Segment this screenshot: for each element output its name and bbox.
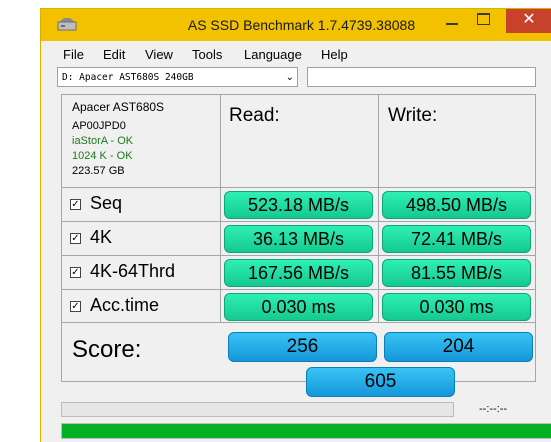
4k-checkbox[interactable]: ✓ <box>70 233 81 244</box>
menu-edit[interactable]: Edit <box>103 47 125 62</box>
test-label-acctime: Acc.time <box>90 295 160 315</box>
acctime-write-value: 0.030 ms <box>382 293 531 321</box>
seq-checkbox[interactable]: ✓ <box>70 199 81 210</box>
4k64-checkbox[interactable]: ✓ <box>70 267 81 278</box>
window-title: AS SSD Benchmark 1.7.4739.38088 <box>187 17 416 33</box>
results-panel: Apacer AST680S AP00JPD0 iaStorA - OK 102… <box>61 94 536 397</box>
4k64-write-value: 81.55 MB/s <box>382 259 531 287</box>
app-window: AS SSD Benchmark 1.7.4739.38088 ✕ File E… <box>40 8 551 442</box>
grid-divider <box>62 187 535 188</box>
drive-model: Apacer AST680S <box>72 100 165 114</box>
overall-progress-bar <box>61 423 551 439</box>
score-label: Score: <box>72 336 142 363</box>
drive-select-value: D: Apacer AST680S 240GB <box>62 72 194 83</box>
grid-divider <box>378 95 379 322</box>
write-header: Write: <box>388 105 438 126</box>
check-icon: ✓ <box>71 233 80 244</box>
test-label-4k: 4K <box>90 227 113 247</box>
4k-write-value: 72.41 MB/s <box>382 225 531 253</box>
check-icon: ✓ <box>71 199 80 210</box>
alignment-status: 1024 K - OK <box>72 150 133 162</box>
check-icon: ✓ <box>71 301 80 312</box>
grid-divider <box>220 95 221 322</box>
grid-divider <box>62 255 535 256</box>
close-icon: ✕ <box>522 11 536 28</box>
acctime-read-value: 0.030 ms <box>224 293 373 321</box>
minimize-button[interactable] <box>446 15 460 25</box>
4k-read-value: 36.13 MB/s <box>224 225 373 253</box>
grid-divider <box>62 322 535 323</box>
acctime-checkbox[interactable]: ✓ <box>70 301 81 312</box>
overall-progress-fill <box>62 424 551 438</box>
test-label-4k64: 4K-64Thrd <box>90 261 176 281</box>
drive-select[interactable]: D: Apacer AST680S 240GB ⌄ <box>57 67 298 87</box>
score-write: 204 <box>384 332 533 362</box>
drive-capacity: 223.57 GB <box>72 165 125 177</box>
score-total: 605 <box>306 367 455 397</box>
elapsed-time: --:--:-- <box>479 403 508 415</box>
menu-help[interactable]: Help <box>321 47 348 62</box>
4k64-read-value: 167.56 MB/s <box>224 259 373 287</box>
menu-bar: File Edit View Tools Language Help <box>41 41 551 65</box>
seq-write-value: 498.50 MB/s <box>382 191 531 219</box>
menu-tools[interactable]: Tools <box>192 47 222 62</box>
seq-read-value: 523.18 MB/s <box>224 191 373 219</box>
grid-divider <box>62 221 535 222</box>
check-icon: ✓ <box>71 267 80 278</box>
maximize-button[interactable] <box>477 13 490 25</box>
test-label-seq: Seq <box>90 193 123 213</box>
menu-language[interactable]: Language <box>244 47 302 62</box>
drive-firmware: AP00JPD0 <box>72 120 126 132</box>
menu-file[interactable]: File <box>63 47 84 62</box>
driver-status: iaStorA - OK <box>72 135 134 147</box>
score-read: 256 <box>228 332 377 362</box>
close-button[interactable]: ✕ <box>506 9 551 33</box>
grid-divider <box>62 289 535 290</box>
menu-view[interactable]: View <box>145 47 173 62</box>
title-bar: AS SSD Benchmark 1.7.4739.38088 ✕ <box>41 9 551 41</box>
chevron-down-icon: ⌄ <box>285 72 294 83</box>
read-header: Read: <box>229 105 280 126</box>
test-progress-bar <box>61 402 454 417</box>
secondary-field[interactable] <box>307 67 536 87</box>
